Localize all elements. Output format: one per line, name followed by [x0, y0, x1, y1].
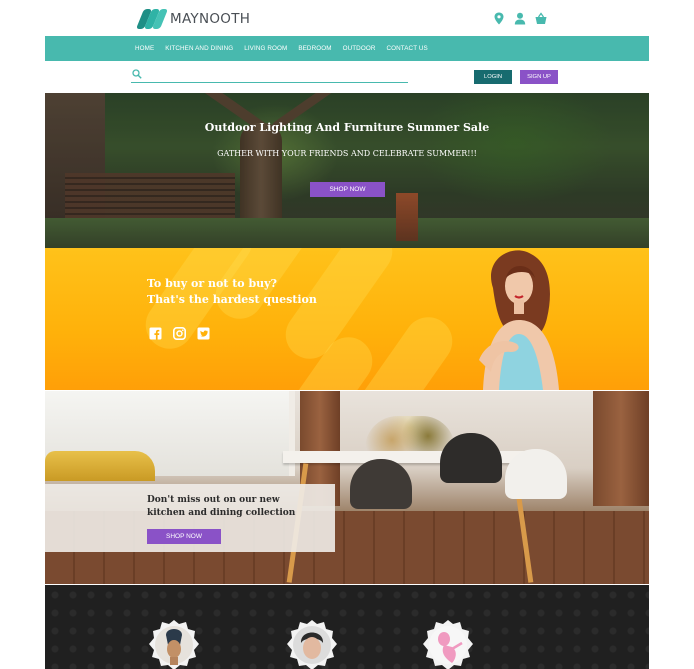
signup-button[interactable]: SIGN UP: [520, 70, 558, 84]
model-woman-image: [479, 250, 559, 390]
promo-headline: To buy or not to buy? That's the hardest…: [147, 276, 367, 308]
logo-mark-icon: [135, 9, 169, 29]
top-bar: MAYNOOTH: [0, 0, 694, 36]
dining-shop-now-button[interactable]: SHOP NOW: [147, 529, 221, 544]
featured-strip: [45, 585, 649, 669]
chair-image: [440, 433, 502, 483]
main-nav: HOME KITCHEN AND DINING LIVING ROOM BEDR…: [45, 36, 649, 61]
nav-item-living-room[interactable]: LIVING ROOM: [244, 45, 287, 52]
dining-flowers-image: [365, 416, 455, 456]
login-button[interactable]: LOGIN: [474, 70, 512, 84]
brand-logo[interactable]: MAYNOOTH: [135, 9, 251, 29]
dining-banner: Don't miss out on our new kitchen and di…: [45, 391, 649, 584]
nav-item-bedroom[interactable]: BEDROOM: [298, 45, 331, 52]
dining-headline: Don't miss out on our new kitchen and di…: [147, 494, 327, 520]
nav-item-kitchen-and-dining[interactable]: KITCHEN AND DINING: [165, 45, 233, 52]
header-icons: [493, 12, 547, 25]
nav-item-outdoor[interactable]: OUTDOOR: [343, 45, 376, 52]
hero-title: Outdoor Lighting And Furniture Summer Sa…: [204, 121, 490, 134]
brand-name: MAYNOOTH: [170, 11, 251, 27]
search-icon[interactable]: [132, 69, 142, 79]
promo-banner: To buy or not to buy? That's the hardest…: [45, 248, 649, 390]
search-bar: [131, 67, 408, 83]
dining-line-2: kitchen and dining collection: [147, 508, 296, 518]
nefertiti-badge-image[interactable]: [148, 619, 200, 669]
promo-line-1: To buy or not to buy?: [147, 277, 277, 290]
instagram-icon[interactable]: [173, 327, 186, 340]
facebook-icon[interactable]: [149, 327, 162, 340]
chair-image: [350, 459, 412, 509]
nav-item-contact-us[interactable]: CONTACT US: [386, 45, 427, 52]
hero-banner: Outdoor Lighting And Furniture Summer Sa…: [45, 93, 649, 248]
chair-image: [505, 449, 567, 499]
location-pin-icon[interactable]: [493, 12, 505, 25]
hero-shop-now-button[interactable]: SHOP NOW: [310, 182, 385, 197]
portrait-badge-image[interactable]: [286, 619, 338, 669]
social-links: [149, 327, 210, 340]
search-input[interactable]: [147, 68, 402, 81]
hero-overlay: [45, 93, 649, 248]
basket-icon[interactable]: [535, 12, 547, 25]
nav-item-home[interactable]: HOME: [135, 45, 154, 52]
user-icon[interactable]: [514, 12, 526, 25]
twitter-icon[interactable]: [197, 327, 210, 340]
dining-curtain-image: [593, 391, 649, 506]
hero-subtitle: GATHER WITH YOUR FRIENDS AND CELEBRATE S…: [217, 149, 477, 158]
pink-panther-badge-image[interactable]: [422, 619, 474, 669]
dining-blanket-image: [45, 451, 155, 481]
promo-line-2: That's the hardest question: [147, 293, 317, 306]
dining-line-1: Don't miss out on our new: [147, 495, 280, 505]
